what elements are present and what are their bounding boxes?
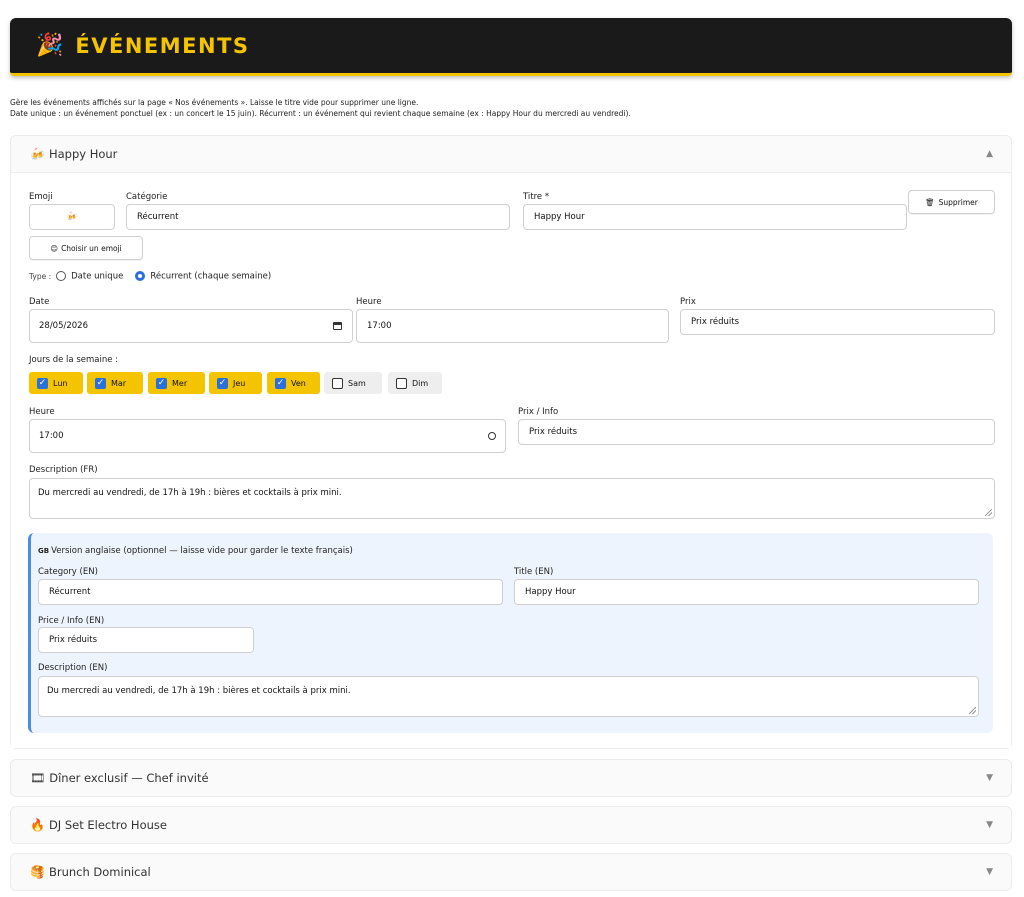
event-panel-header[interactable]: 🔥 DJ Set Electro House ▼ <box>11 807 1011 843</box>
choose-emoji-label: Choisir un emoji <box>61 243 122 253</box>
event-panel-header[interactable]: 🎞 Dîner exclusif — Chef invité ▼ <box>11 760 1011 796</box>
day-checkbox-lun[interactable]: ✓ Lun <box>29 372 83 394</box>
description-en-label: Description (EN) <box>38 663 108 673</box>
price-en-label: Price / Info (EN) <box>38 616 105 626</box>
page-title: ÉVÉNEMENTS <box>75 33 250 58</box>
date-label: Date <box>29 297 50 307</box>
description-fr-textarea[interactable]: Du mercredi au vendredi, de 17h à 19h : … <box>29 478 995 519</box>
event-panel-brunch[interactable]: 🥞 Brunch Dominical ▼ <box>10 853 1012 891</box>
price-label: Prix <box>680 297 696 307</box>
checkbox-checked-icon: ✓ <box>217 377 228 389</box>
party-popper-icon: 🎉 <box>36 33 64 58</box>
pancakes-icon: 🥞 <box>30 865 45 879</box>
event-panel-dj-set[interactable]: 🔥 DJ Set Electro House ▼ <box>10 806 1012 844</box>
chevron-up-icon[interactable]: ▲ <box>986 149 993 159</box>
checkbox-checked-icon: ✓ <box>95 377 106 389</box>
emoji-label: Emoji <box>29 192 53 202</box>
smiley-icon: 😊 <box>50 243 59 253</box>
price-info-input[interactable]: Prix réduits <box>518 419 995 445</box>
title-en-input[interactable]: Happy Hour <box>514 579 979 605</box>
recurrent-time-label: Heure <box>29 407 55 417</box>
radio-selected-icon <box>135 271 146 281</box>
event-panel-title: Brunch Dominical <box>48 865 151 879</box>
description-fr-label: Description (FR) <box>29 465 98 475</box>
intro-line-1: Gère les événements affichés sur la page… <box>10 98 419 107</box>
english-version-heading: GB Version anglaise (optionnel — laisse v… <box>38 546 353 556</box>
checkbox-checked-icon: ✓ <box>275 377 286 389</box>
chevron-down-icon[interactable]: ▼ <box>986 820 993 830</box>
price-input[interactable]: Prix réduits <box>680 309 995 335</box>
event-panel-happy-hour: 🍻 Happy Hour ▲ Emoji 🍻 Catégorie Récurre… <box>10 135 1012 749</box>
category-input[interactable]: Récurrent <box>126 204 510 230</box>
fire-icon: 🔥 <box>30 818 45 832</box>
day-checkbox-mar[interactable]: ✓ Mar <box>87 372 143 394</box>
resize-handle-icon[interactable] <box>985 509 992 516</box>
event-panel-header[interactable]: 🍻 Happy Hour ▲ <box>11 136 1011 172</box>
price-en-input[interactable]: Prix réduits <box>38 627 254 653</box>
type-option-recurrent[interactable]: Récurrent (chaque semaine) <box>135 271 271 282</box>
day-checkbox-mer[interactable]: ✓ Mer <box>148 372 205 394</box>
delete-button-label: Supprimer <box>938 197 978 207</box>
category-en-label: Category (EN) <box>38 567 98 577</box>
days-label: Jours de la semaine : <box>29 355 119 365</box>
day-checkbox-sam[interactable]: Sam <box>324 372 382 394</box>
time-input[interactable]: 17:00 <box>356 309 669 343</box>
trash-icon: 🗑 <box>925 197 935 207</box>
clock-icon[interactable] <box>488 432 496 440</box>
beer-mugs-icon: 🍻 <box>30 147 45 161</box>
page-header: 🎉 ÉVÉNEMENTS <box>10 18 1012 76</box>
event-panel-title: Happy Hour <box>48 147 118 161</box>
english-version-section: GB Version anglaise (optionnel — laisse v… <box>28 533 993 733</box>
day-checkbox-jeu[interactable]: ✓ Jeu <box>209 372 262 394</box>
event-form: Emoji 🍻 Catégorie Récurrent Titre * Happ… <box>11 172 1011 748</box>
gb-flag-icon: GB <box>38 547 50 555</box>
radio-icon <box>56 271 67 281</box>
calendar-icon[interactable] <box>333 322 342 330</box>
chevron-down-icon[interactable]: ▼ <box>986 867 993 877</box>
film-frames-icon: 🎞 <box>30 771 46 785</box>
type-label: Type : <box>29 271 52 281</box>
category-label: Catégorie <box>126 192 168 202</box>
delete-button[interactable]: 🗑 Supprimer <box>908 190 995 214</box>
resize-handle-icon[interactable] <box>969 707 976 714</box>
type-selector: Type : Date unique Récurrent (chaque sem… <box>29 271 271 282</box>
type-option-date-unique[interactable]: Date unique <box>56 271 123 282</box>
title-label: Titre * <box>523 192 550 202</box>
chevron-down-icon[interactable]: ▼ <box>986 773 993 783</box>
date-input[interactable]: 28/05/2026 <box>29 309 353 343</box>
recurrent-time-input[interactable]: 17:00 <box>29 419 506 453</box>
beer-mugs-icon: 🍻 <box>66 212 78 222</box>
emoji-field[interactable]: 🍻 <box>29 204 115 230</box>
intro-text: Gère les événements affichés sur la page… <box>10 97 631 119</box>
checkbox-checked-icon: ✓ <box>156 377 167 389</box>
title-input[interactable]: Happy Hour <box>523 204 907 230</box>
checkbox-checked-icon: ✓ <box>37 377 48 389</box>
event-panel-title: Dîner exclusif — Chef invité <box>49 771 209 785</box>
day-checkbox-dim[interactable]: Dim <box>388 372 442 394</box>
time-label: Heure <box>356 297 382 307</box>
checkbox-icon <box>332 377 343 389</box>
intro-line-2: Date unique : un événement ponctuel (ex … <box>10 109 631 118</box>
title-en-label: Title (EN) <box>514 567 554 577</box>
checkbox-icon <box>396 377 407 389</box>
event-panel-header[interactable]: 🥞 Brunch Dominical ▼ <box>11 854 1011 890</box>
event-panel-title: DJ Set Electro House <box>48 818 167 832</box>
day-checkbox-ven[interactable]: ✓ Ven <box>267 372 320 394</box>
description-en-textarea[interactable]: Du mercredi au vendredi, de 17h à 19h : … <box>38 676 979 717</box>
event-panel-diner-exclusif[interactable]: 🎞 Dîner exclusif — Chef invité ▼ <box>10 759 1012 797</box>
category-en-input[interactable]: Récurrent <box>38 579 503 605</box>
choose-emoji-button[interactable]: 😊 Choisir un emoji <box>29 236 143 260</box>
price-info-label: Prix / Info <box>518 407 559 417</box>
